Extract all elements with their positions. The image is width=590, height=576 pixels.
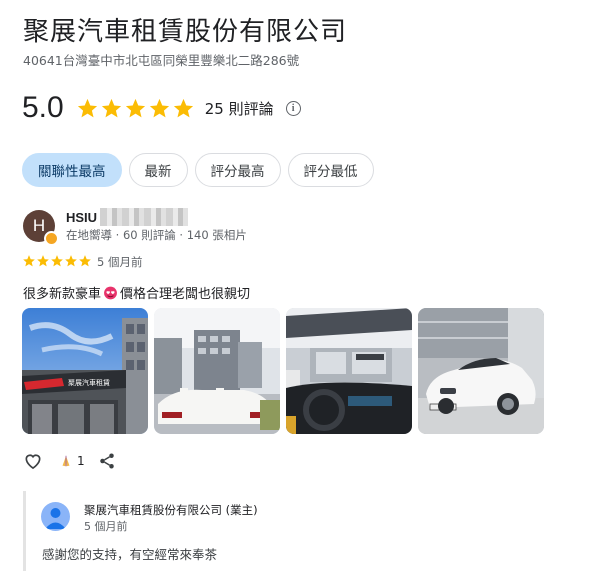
white-bmw-z4-photo[interactable] (418, 308, 544, 434)
star-icon (37, 255, 49, 267)
rating-value: 5.0 (22, 91, 64, 124)
sort-chips: 關聯性最高 最新 評分最高 評分最低 (22, 153, 374, 187)
star-icon (65, 255, 77, 267)
reviewer-meta: 在地嚮導 · 60 則評論 · 140 張相片 (66, 228, 247, 242)
blurred-name-redaction (100, 208, 188, 226)
sort-chip-newest[interactable]: 最新 (128, 153, 188, 187)
owner-reply-divider (23, 491, 26, 571)
review-stars (22, 254, 92, 268)
reviewer-name[interactable]: HSIU (66, 210, 97, 225)
rating-stars (76, 97, 195, 120)
review-actions: 1 (23, 451, 116, 471)
business-address: 40641台灣臺中市北屯區同榮里豐樂北二路286號 (23, 53, 300, 68)
review-text: 很多新款豪車 價格合理老闆也很親切 (23, 283, 250, 302)
like-heart-icon[interactable] (23, 451, 43, 471)
sort-chip-most-relevant[interactable]: 關聯性最高 (22, 153, 122, 187)
folded-hands-reaction-icon[interactable] (59, 453, 73, 469)
review-photos: 聚展汽車租賃 (22, 308, 544, 434)
share-icon[interactable] (98, 452, 116, 470)
convertible-interior-photo[interactable] (286, 308, 412, 434)
rating-summary: 5.0 25 則評論 i (22, 88, 301, 128)
star-icon (23, 255, 35, 267)
showroom-exterior-photo[interactable]: 聚展汽車租賃 (22, 308, 148, 434)
sort-chip-lowest[interactable]: 評分最低 (287, 153, 374, 187)
local-guide-badge-icon (44, 231, 59, 246)
sort-chip-highest[interactable]: 評分最高 (194, 153, 281, 187)
review-count[interactable]: 25 則評論 (205, 98, 274, 119)
owner-reply-name: 聚展汽車租賃股份有限公司 (業主) (84, 503, 258, 517)
review-time: 5 個月前 (97, 255, 143, 269)
star-icon (149, 98, 169, 117)
star-icon (101, 98, 121, 117)
heart-eyes-emoji-icon (103, 286, 118, 300)
star-icon (77, 98, 97, 117)
star-icon (125, 98, 145, 117)
star-icon (51, 255, 63, 267)
owner-reply-time: 5 個月前 (84, 520, 128, 533)
white-convertible-rear-photo[interactable] (154, 308, 280, 434)
review-text-part2: 價格合理老闆也很親切 (120, 287, 251, 302)
review-text-part1: 很多新款豪車 (23, 287, 102, 302)
star-icon (173, 98, 193, 117)
info-icon[interactable]: i (285, 100, 301, 116)
photo-sign-text: 聚展汽車租賃 (68, 378, 110, 387)
business-name: 聚展汽車租賃股份有限公司 (23, 17, 348, 47)
star-icon (79, 255, 91, 267)
owner-avatar-icon (41, 502, 70, 531)
owner-reply-text: 感謝您的支持，有空經常來奉茶 (42, 547, 218, 562)
reaction-count: 1 (77, 454, 85, 468)
